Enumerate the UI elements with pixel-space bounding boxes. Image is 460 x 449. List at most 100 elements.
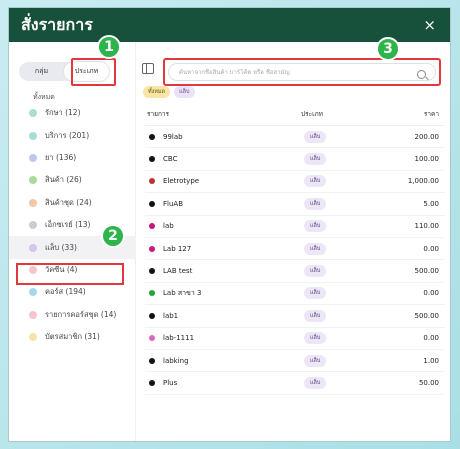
modal-title: สั่งรายการ <box>21 14 93 34</box>
item-type-cell: แล็บ <box>295 153 370 166</box>
header-type: ประเภท <box>301 109 323 118</box>
item-name: lab <box>163 222 174 231</box>
category-item[interactable]: คอร์ส (194) <box>9 281 136 303</box>
item-price: 110.00 <box>414 222 440 231</box>
category-item[interactable]: บริการ (201) <box>9 124 136 146</box>
category-label: รายการคอร์สชุด (14) <box>45 309 117 319</box>
search-highlight-box <box>163 58 441 86</box>
segment-group[interactable]: กลุ่ม <box>19 62 64 81</box>
category-color-dot <box>29 176 37 185</box>
category-label: บัตรสมาชิก (31) <box>45 332 100 342</box>
item-name-cell: Plus <box>145 379 295 387</box>
category-label: บริการ (201) <box>45 130 90 140</box>
table-row[interactable]: 99lab แล็บ 200.00 <box>145 126 445 149</box>
item-name-cell: Eletrotype <box>145 177 295 185</box>
table-row[interactable]: Lab สาขา 3 แล็บ 0.00 <box>145 283 445 306</box>
type-badge: แล็บ <box>304 220 327 233</box>
type-badge: แล็บ <box>304 175 327 188</box>
item-price: 0.00 <box>423 289 439 298</box>
table-row[interactable]: labking แล็บ 1.00 <box>145 350 445 373</box>
item-type-cell: แล็บ <box>295 332 370 345</box>
category-color-dot <box>29 131 37 140</box>
filter-chips: ทั้งหมด แล็บ <box>143 86 195 98</box>
category-item[interactable]: สินค้า (26) <box>9 169 136 191</box>
item-color-dot <box>149 290 155 297</box>
table-row[interactable]: LAB test แล็บ 500.00 <box>145 260 445 283</box>
item-name: Lab สาขา 3 <box>163 288 202 297</box>
category-label: สินค้าชุด (24) <box>45 197 92 207</box>
category-color-dot <box>29 243 37 252</box>
item-type-cell: แล็บ <box>295 376 370 389</box>
table-row[interactable]: lab1 แล็บ 500.00 <box>145 305 445 328</box>
item-price: 500.00 <box>414 311 440 320</box>
table-row[interactable]: lab-1111 แล็บ 0.00 <box>145 328 445 350</box>
close-icon[interactable]: × <box>423 16 436 34</box>
item-panel: ทั้งหมด แล็บ รายการ ประเภท ราคา 99lab แล็… <box>136 42 450 441</box>
category-item[interactable]: บัตรสมาชิก (31) <box>9 326 136 348</box>
annotation-badge-2: 2 <box>101 224 125 248</box>
table-row[interactable]: lab แล็บ 110.00 <box>145 216 445 238</box>
item-price: 100.00 <box>414 155 440 164</box>
category-label: รักษา (12) <box>45 108 81 118</box>
item-price: 200.00 <box>414 132 440 141</box>
type-badge: แล็บ <box>304 197 327 210</box>
item-name-cell: 99lab <box>145 133 295 141</box>
category-color-dot <box>29 333 37 342</box>
item-name: lab1 <box>163 311 179 320</box>
item-color-dot <box>149 245 155 252</box>
item-name-cell: LAB test <box>145 267 295 275</box>
item-type-cell: แล็บ <box>295 220 370 233</box>
item-color-dot <box>149 200 155 207</box>
search-icon[interactable] <box>417 70 426 79</box>
item-color-dot <box>149 335 155 342</box>
chip-all[interactable]: ทั้งหมด <box>143 86 171 98</box>
item-name: labking <box>163 356 189 365</box>
item-type-cell: แล็บ <box>295 354 370 367</box>
annotation-badge-1: 1 <box>97 35 121 59</box>
category-label: เอ็กซเรย์ (13) <box>45 220 91 230</box>
item-name-cell: lab1 <box>145 312 295 320</box>
annotation-badge-3: 3 <box>376 37 400 61</box>
table-row[interactable]: Eletrotype แล็บ 1,000.00 <box>145 171 445 194</box>
category-label: แล็บ (33) <box>45 242 77 252</box>
type-badge: แล็บ <box>304 242 327 255</box>
item-name-cell: Lab สาขา 3 <box>145 288 295 299</box>
segment-type[interactable]: ประเภท <box>64 62 109 81</box>
item-name: LAB test <box>163 267 193 276</box>
header-name: รายการ <box>147 109 170 118</box>
item-color-dot <box>149 133 155 140</box>
item-name-cell: FluAB <box>145 200 295 208</box>
category-item[interactable]: รักษา (12) <box>9 102 136 124</box>
order-modal: สั่งรายการ × กลุ่ม ประเภท ทั้งหมด รักษา … <box>9 8 450 441</box>
table-row[interactable]: CBC แล็บ 100.00 <box>145 148 445 171</box>
table-row[interactable]: Lab 127 แล็บ 0.00 <box>145 238 445 261</box>
category-item[interactable]: รายการคอร์สชุด (14) <box>9 304 136 326</box>
item-type-cell: แล็บ <box>295 242 370 255</box>
chip-lab[interactable]: แล็บ <box>174 86 195 98</box>
item-color-dot <box>149 223 155 230</box>
type-badge: แล็บ <box>304 287 327 300</box>
category-item[interactable]: สินค้าชุด (24) <box>9 192 136 214</box>
item-color-dot <box>149 312 155 319</box>
item-type-cell: แล็บ <box>295 309 370 322</box>
table-header: รายการ ประเภท ราคา <box>145 102 445 126</box>
item-name: Eletrotype <box>163 177 200 186</box>
sidebar-toggle-icon[interactable] <box>142 63 154 74</box>
table-row[interactable]: Plus แล็บ 50.00 <box>145 372 445 395</box>
item-color-dot <box>149 178 155 185</box>
item-price: 1,000.00 <box>407 177 439 186</box>
table-row[interactable]: FluAB แล็บ 5.00 <box>145 193 445 216</box>
item-color-dot <box>149 357 155 364</box>
search-input[interactable] <box>179 68 419 76</box>
category-label: วัคซีน (4) <box>45 264 78 274</box>
category-item[interactable]: วัคซีน (4) <box>9 259 136 281</box>
table-body: 99lab แล็บ 200.00 CBC แล็บ 100.00 Eletrotype แล… <box>145 126 445 395</box>
type-badge: แล็บ <box>304 376 327 389</box>
category-label: คอร์ส (194) <box>45 287 86 297</box>
item-name: Lab 127 <box>163 244 192 253</box>
item-name-cell: CBC <box>145 155 295 163</box>
category-item[interactable]: ยา (136) <box>9 147 136 169</box>
category-color-dot <box>29 288 37 297</box>
type-badge: แล็บ <box>304 265 327 278</box>
item-price: 50.00 <box>418 378 439 387</box>
